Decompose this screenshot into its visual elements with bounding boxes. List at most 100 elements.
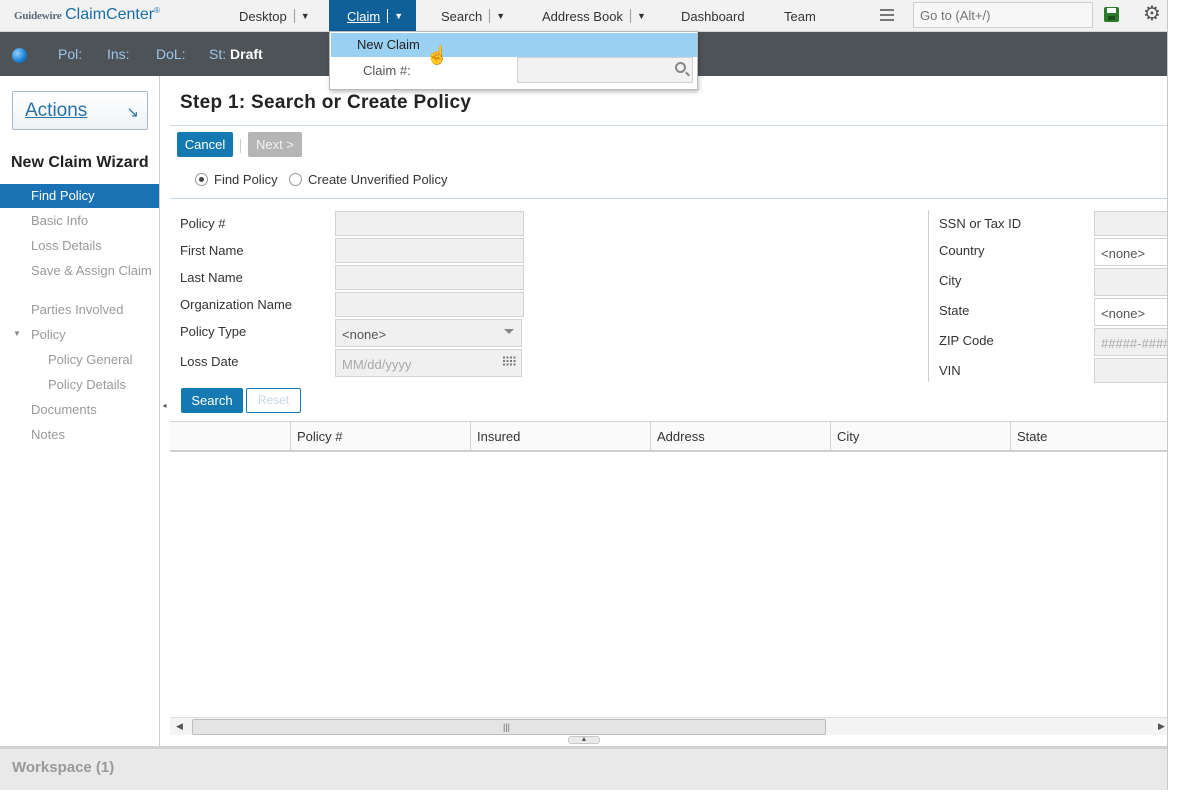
sidebar-item-find-policy[interactable]: Find Policy	[0, 184, 159, 208]
column-header-city[interactable]: City	[830, 422, 1010, 451]
logo-product: ClaimCenter	[65, 6, 155, 23]
guidewire-logo[interactable]: Guidewire ClaimCenter®	[14, 6, 160, 24]
actions-button[interactable]: Actions ↘	[12, 91, 148, 130]
grip-icon: |||	[503, 722, 511, 732]
sidebar-item-loss-details: Loss Details	[31, 238, 102, 253]
sidebar-item-notes: Notes	[31, 427, 65, 442]
column-header-address[interactable]: Address	[650, 422, 830, 451]
chevron-down-icon[interactable]: ▼	[301, 11, 310, 21]
vin-label: VIN	[939, 363, 961, 378]
loss-date-label: Loss Date	[180, 354, 239, 369]
tab-claim[interactable]: Claim ▼	[329, 0, 416, 32]
insured-label: Ins:	[107, 46, 130, 62]
status-value: Draft	[230, 46, 263, 62]
tab-search[interactable]: Search ▼	[441, 0, 505, 32]
claim-number-label: Claim #:	[363, 63, 411, 78]
city-input[interactable]	[1094, 268, 1167, 296]
ssn-tax-id-label: SSN or Tax ID	[939, 216, 1022, 231]
sidebar-collapse-handle[interactable]: ◂	[160, 397, 169, 415]
policy-number-label: Policy #	[180, 216, 226, 231]
main-content: Step 1: Search or Create Policy Cancel N…	[170, 76, 1167, 746]
next-button[interactable]: Next >	[248, 132, 302, 157]
vin-input[interactable]	[1094, 358, 1167, 383]
sidebar-item-policy-general: Policy General	[48, 352, 133, 367]
expand-triangle-icon[interactable]: ▼	[13, 329, 21, 338]
loss-date-input[interactable]: MM/dd/yyyy	[335, 349, 522, 377]
claimcenter-app: Guidewire ClaimCenter® Desktop ▼ Claim ▼…	[0, 0, 1168, 790]
policy-label: Pol:	[58, 46, 83, 62]
first-name-label: First Name	[180, 243, 244, 258]
column-header-insured[interactable]: Insured	[470, 422, 650, 451]
country-select[interactable]: <none>	[1094, 238, 1167, 266]
column-header-state[interactable]: State	[1010, 422, 1167, 451]
sidebar-item-policy-details: Policy Details	[48, 377, 127, 392]
radio-create-unverified-policy[interactable]: Create Unverified Policy	[289, 172, 447, 187]
state-select[interactable]: <none>	[1094, 298, 1167, 326]
wizard-title: New Claim Wizard	[11, 154, 149, 171]
last-name-input[interactable]	[335, 265, 524, 290]
radio-find-policy-label: Find Policy	[214, 172, 278, 187]
chevron-down-icon[interactable]: ▼	[637, 11, 646, 21]
last-name-label: Last Name	[180, 270, 243, 285]
tab-address-book[interactable]: Address Book ▼	[542, 0, 646, 32]
sidebar-item-policy-label: Policy	[31, 327, 66, 342]
save-icon[interactable]	[1104, 7, 1119, 22]
workspace-label: Workspace (1)	[12, 759, 115, 776]
reset-button[interactable]: Reset	[246, 388, 301, 413]
tab-divider	[293, 9, 295, 23]
country-label: Country	[939, 243, 985, 258]
sidebar: Actions ↘ New Claim Wizard Find Policy B…	[0, 76, 160, 746]
scrollbar-thumb[interactable]: |||	[192, 719, 826, 735]
sidebar-item-basic-info: Basic Info	[31, 213, 89, 228]
radio-create-label: Create Unverified Policy	[308, 172, 448, 187]
horizontal-scrollbar[interactable]: ◀ ||| ▶	[170, 717, 1167, 735]
radio-find-policy[interactable]: Find Policy	[195, 172, 278, 187]
sidebar-item-parties-involved: Parties Involved	[31, 302, 124, 317]
status-label: St:	[209, 46, 227, 62]
policy-type-select[interactable]: <none>	[335, 319, 522, 347]
claim-number-input[interactable]	[517, 57, 693, 83]
workspace-splitter-handle[interactable]: ▲	[568, 736, 600, 744]
tab-dashboard-label: Dashboard	[681, 8, 745, 24]
zip-code-input[interactable]: #####-####	[1094, 328, 1167, 356]
top-nav-bar: Guidewire ClaimCenter® Desktop ▼ Claim ▼…	[0, 0, 1167, 32]
chevron-down-icon[interactable]: ▼	[496, 11, 505, 21]
search-button[interactable]: Search	[181, 388, 243, 413]
actions-label: Actions	[25, 100, 88, 121]
radio-selected-icon[interactable]	[195, 173, 208, 186]
menu-icon[interactable]	[880, 9, 894, 24]
logo-vendor: Guidewire	[14, 10, 62, 22]
column-header-select[interactable]	[170, 422, 290, 451]
workspace-bar[interactable]: Workspace (1)	[0, 746, 1167, 790]
tab-dashboard[interactable]: Dashboard	[681, 0, 745, 32]
section-divider	[170, 198, 1167, 199]
zip-code-label: ZIP Code	[939, 333, 994, 348]
results-table-header: Policy # Insured Address City State	[170, 421, 1167, 452]
goto-search-input[interactable]	[913, 2, 1093, 28]
organization-name-input[interactable]	[335, 292, 524, 317]
tab-address-book-label: Address Book	[542, 8, 623, 24]
policy-type-value: <none>	[342, 327, 387, 342]
radio-unselected-icon[interactable]	[289, 173, 302, 186]
tab-team[interactable]: Team	[784, 0, 816, 32]
menu-item-new-claim[interactable]: New Claim	[331, 33, 697, 57]
sidebar-item-documents: Documents	[31, 402, 97, 417]
tab-desktop-label: Desktop	[239, 8, 287, 24]
cancel-button[interactable]: Cancel	[177, 132, 233, 157]
first-name-input[interactable]	[335, 238, 524, 263]
status-field: St: Draft	[209, 46, 263, 62]
chevron-down-icon[interactable]: ▼	[394, 11, 403, 21]
column-header-policy-number[interactable]: Policy #	[290, 422, 470, 451]
scroll-left-icon[interactable]: ◀	[176, 721, 183, 732]
results-table-body	[170, 452, 1167, 716]
title-divider	[170, 125, 1167, 126]
search-icon[interactable]	[675, 62, 686, 73]
scroll-right-icon[interactable]: ▶	[1158, 721, 1165, 732]
ssn-tax-id-input[interactable]	[1094, 211, 1167, 236]
status-globe-icon	[12, 48, 27, 63]
calendar-icon[interactable]	[503, 356, 516, 367]
policy-number-input[interactable]	[335, 211, 524, 236]
tab-team-label: Team	[784, 8, 816, 24]
tab-desktop[interactable]: Desktop ▼	[239, 0, 310, 32]
gear-icon[interactable]: ⚙	[1143, 4, 1161, 24]
